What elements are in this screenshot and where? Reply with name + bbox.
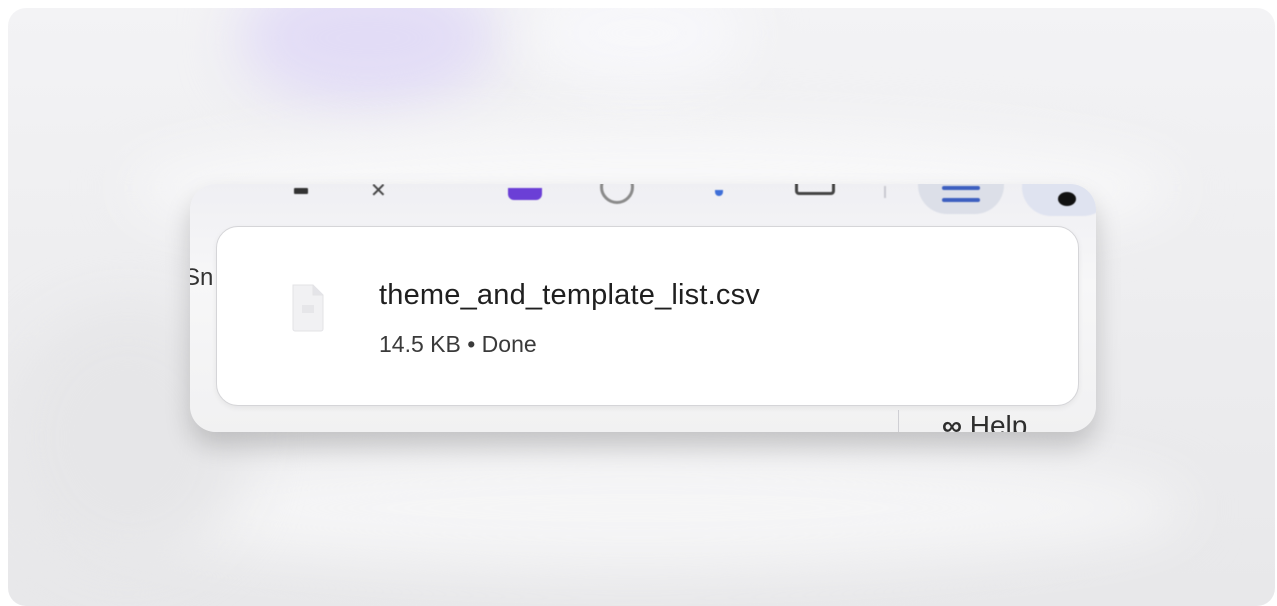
download-bubble: theme_and_template_list.csv 14.5 KB • Do… — [216, 226, 1079, 406]
background-blur — [88, 448, 1188, 568]
file-icon — [289, 283, 327, 333]
download-status: 14.5 KB • Done — [379, 331, 537, 357]
help-label: Help — [969, 410, 1028, 432]
infinity-icon: ∞ — [942, 410, 962, 432]
partial-page-text: Sn — [190, 264, 214, 291]
background-blur — [528, 8, 748, 88]
divider — [898, 410, 899, 432]
profile-avatar — [1058, 192, 1076, 206]
menu-icon — [942, 186, 980, 190]
star-icon[interactable]: ✕ — [370, 184, 387, 203]
help-link[interactable]: ∞ Help — [942, 410, 1027, 432]
window-icon[interactable] — [795, 184, 835, 195]
accessibility-icon[interactable] — [600, 184, 634, 204]
download-icon[interactable] — [715, 190, 723, 196]
extension-icon[interactable] — [508, 188, 542, 200]
menu-icon — [942, 198, 980, 202]
bookmark-icon[interactable] — [294, 188, 308, 194]
background-blur — [238, 8, 498, 108]
download-file-name[interactable]: theme_and_template_list.csv — [379, 279, 760, 312]
toolbar-separator — [884, 186, 886, 198]
